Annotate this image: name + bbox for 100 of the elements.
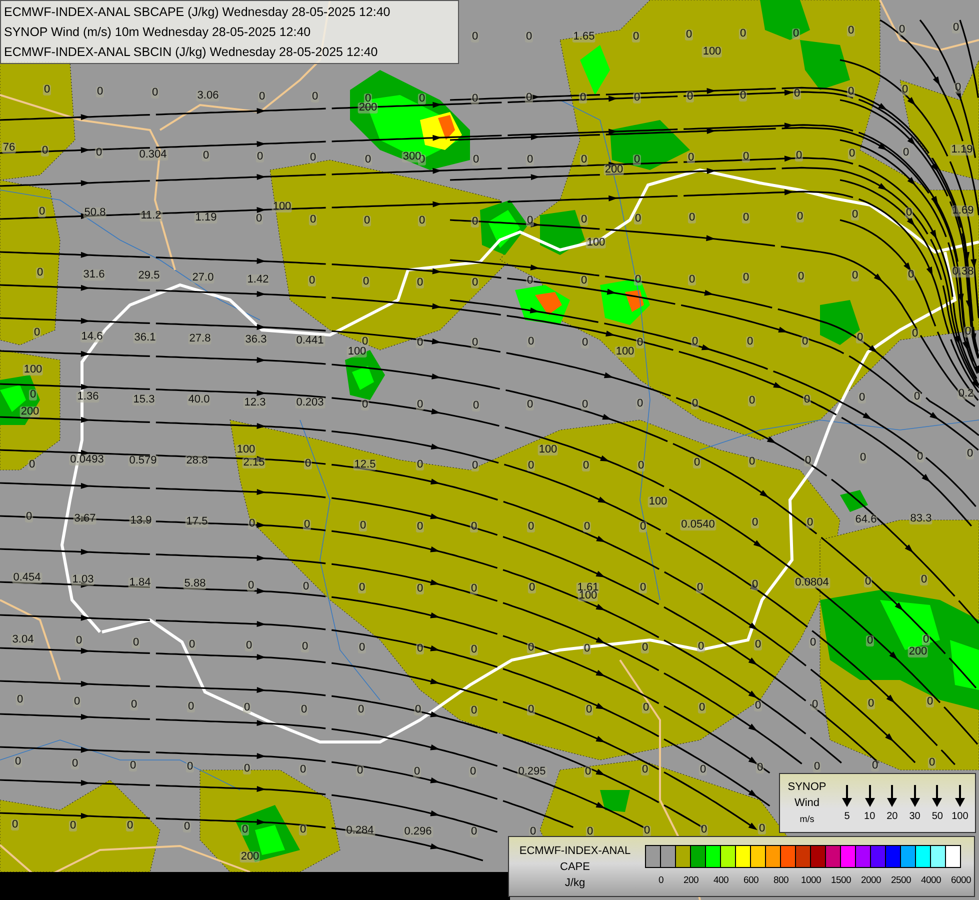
value-label: 0 xyxy=(746,336,754,348)
value-label: 0 xyxy=(96,86,104,98)
value-label: 0 xyxy=(846,86,856,98)
value-label: 1.36 xyxy=(76,392,100,402)
value-label: 0 xyxy=(632,154,642,166)
value-label: 0 xyxy=(902,148,910,158)
value-label: 0 xyxy=(922,634,930,646)
value-label: 0 xyxy=(580,400,590,410)
contour-label: 200 xyxy=(358,102,378,114)
value-label: 0 xyxy=(364,94,372,104)
value-label: 0 xyxy=(856,332,864,344)
contour-label: 200 xyxy=(908,646,928,658)
map-title: ECMWF-INDEX-ANAL SBCIN (J/kg) Wednesday 28-05-2025 12:40 xyxy=(4,44,379,61)
value-label: 0 xyxy=(14,756,22,768)
value-label: 0 xyxy=(750,580,760,590)
value-label: 0 xyxy=(690,398,700,410)
value-label: 0 xyxy=(470,32,480,42)
value-label: 0 xyxy=(742,272,750,284)
value-label: 0 xyxy=(640,764,650,776)
value-label: 0 xyxy=(304,458,312,470)
value-label: 0 xyxy=(928,758,936,768)
value-label: 0 xyxy=(202,150,210,162)
value-label: 0 xyxy=(526,336,536,348)
value-label: 0 xyxy=(758,824,766,834)
value-label: 0 xyxy=(796,212,804,222)
value-label: 0 xyxy=(416,338,424,348)
value-label: 0 xyxy=(244,640,254,652)
value-label: 36.1 xyxy=(133,332,157,344)
value-label: 0 xyxy=(358,582,366,594)
value-label: 0 xyxy=(684,30,694,40)
value-label: 12.5 xyxy=(353,460,377,470)
value-label: 0 xyxy=(526,460,536,472)
speed-label: 30 xyxy=(909,810,920,822)
value-label: 0 xyxy=(24,512,34,522)
value-label: 0 xyxy=(524,32,534,42)
value-label: 0 xyxy=(806,518,814,528)
value-label: 0 xyxy=(300,642,310,652)
value-label: 0 xyxy=(526,154,534,166)
scale-label: 400 xyxy=(714,875,728,886)
value-label: 0.579 xyxy=(128,456,158,466)
value-label: 0 xyxy=(900,84,910,96)
value-label: 0 xyxy=(526,216,534,226)
value-label: 0 xyxy=(310,92,320,102)
value-label: 0.304 xyxy=(138,150,168,160)
value-label: 0 xyxy=(358,520,368,532)
value-label: 0 xyxy=(246,580,256,592)
value-label: 0 xyxy=(28,460,36,470)
value-label: 0.454 xyxy=(12,572,42,584)
value-label: 0 xyxy=(904,208,914,218)
value-label: 0 xyxy=(470,706,478,716)
value-label: 0 xyxy=(40,146,50,156)
value-label: 3.67 xyxy=(73,514,97,524)
value-label: 3.04 xyxy=(11,634,35,646)
value-label: 0 xyxy=(254,214,264,224)
value-label: 0 xyxy=(418,94,426,104)
value-label: 1.65 xyxy=(572,32,596,42)
value-label: 0 xyxy=(638,582,648,594)
value-label: 0 xyxy=(580,338,590,348)
contour-label: 100 xyxy=(22,364,44,376)
scale-label: 800 xyxy=(774,875,788,886)
value-label: 1.42 xyxy=(246,274,270,286)
value-label: 27.0 xyxy=(191,272,215,284)
contour-label: 100 xyxy=(236,444,256,456)
value-label: 0 xyxy=(696,582,704,594)
value-label: 0 xyxy=(912,392,922,402)
scale-label: 4000 xyxy=(921,875,941,886)
value-label: 0 xyxy=(642,702,650,714)
value-label: 0 xyxy=(28,390,38,400)
value-label: 0 xyxy=(580,276,588,286)
value-label: 0 xyxy=(524,92,534,104)
value-label: 0 xyxy=(804,456,812,466)
contour-label: 100 xyxy=(614,346,636,358)
value-label: 0 xyxy=(32,328,42,338)
value-label: 0 xyxy=(298,824,308,836)
value-label: 0 xyxy=(38,206,46,218)
value-label: 0 xyxy=(952,22,960,34)
value-label: 0 xyxy=(794,150,804,162)
value-label: 0 xyxy=(796,272,806,282)
value-label: 0 xyxy=(858,392,866,404)
value-label: 0 xyxy=(130,700,138,710)
value-label: 0 xyxy=(416,460,424,470)
value-label: 0 xyxy=(70,758,80,770)
value-label: 0 xyxy=(132,638,140,648)
value-label: 0 xyxy=(470,278,480,288)
scale-label: 2000 xyxy=(861,875,881,886)
scale-label: 6000 xyxy=(951,875,971,886)
value-label: 0 xyxy=(526,276,534,286)
value-label: 0 xyxy=(182,822,192,832)
value-label: 0.38 xyxy=(951,266,975,278)
value-label: 0 xyxy=(858,452,868,464)
legend-title: CAPE xyxy=(560,860,590,874)
value-label: 0 xyxy=(866,636,874,646)
value-label: 0 xyxy=(240,824,250,836)
value-label: 0 xyxy=(416,522,424,532)
value-label: 0.0804 xyxy=(794,578,830,588)
value-label: 0 xyxy=(526,400,534,410)
value-label: 0 xyxy=(356,766,364,776)
value-label: 31.6 xyxy=(82,270,106,280)
value-label: 0 xyxy=(528,582,536,594)
value-label: 0 xyxy=(416,278,424,288)
